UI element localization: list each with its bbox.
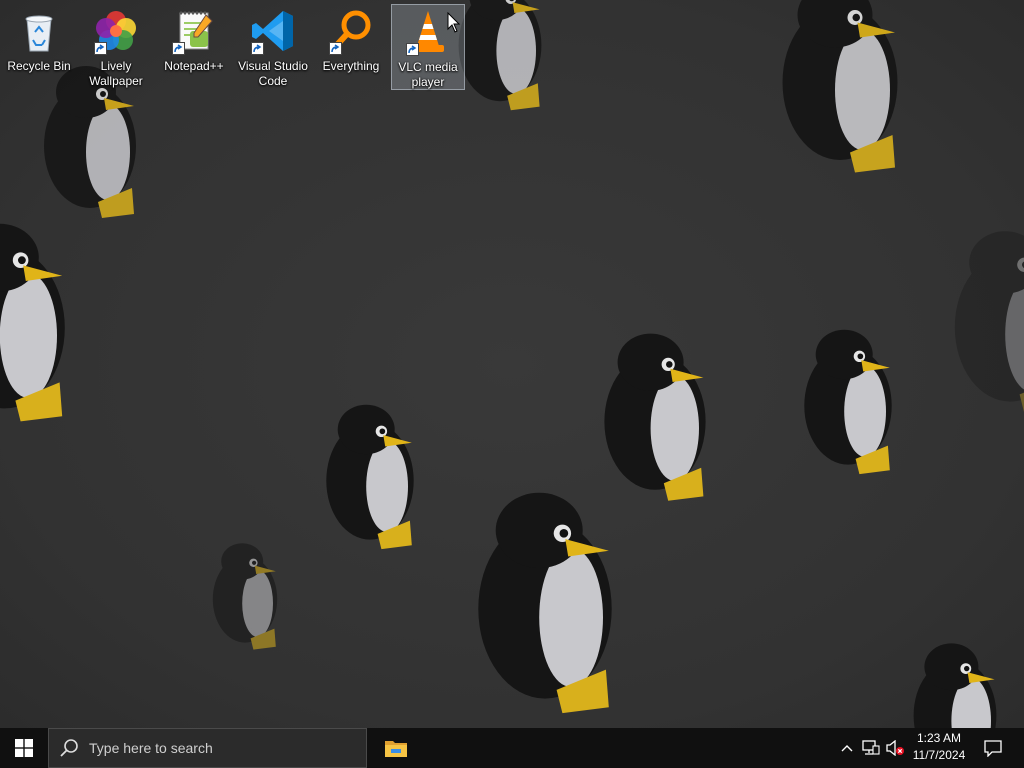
- desktop-icon-label: Visual Studio Code: [238, 59, 308, 88]
- wallpaper-penguin: [913, 643, 997, 728]
- search-placeholder: Type here to search: [89, 740, 213, 756]
- shortcut-arrow-icon: [406, 43, 419, 56]
- windows-logo-icon: [15, 739, 33, 757]
- chevron-up-icon: [841, 745, 853, 752]
- shortcut-arrow-icon: [329, 42, 342, 55]
- show-hidden-icons-button[interactable]: [838, 728, 856, 768]
- wallpaper-penguin: [458, 0, 542, 111]
- taskbar-search-box[interactable]: Type here to search: [48, 728, 367, 768]
- desktop-icon-label: VLC media player: [398, 60, 458, 89]
- vscode-icon: [249, 7, 297, 55]
- clock-date: 11/7/2024: [912, 748, 966, 762]
- lively-wallpaper-icon: [92, 7, 140, 55]
- file-explorer-icon: [385, 741, 407, 757]
- network-tray-button[interactable]: [860, 728, 882, 768]
- network-icon: [862, 740, 880, 755]
- wallpaper-penguin: [782, 0, 898, 173]
- desktop-icon-everything[interactable]: Everything: [314, 4, 388, 90]
- mouse-pointer-icon: [447, 12, 461, 33]
- shortcut-arrow-icon: [94, 42, 107, 55]
- desktop-icon-label: Everything: [322, 59, 380, 73]
- notepad-plus-plus-icon: [170, 7, 218, 55]
- shortcut-arrow-icon: [251, 42, 264, 55]
- shortcut-arrow-icon: [172, 42, 185, 55]
- desktop-icon-label: Recycle Bin: [7, 59, 71, 73]
- volume-muted-icon: [886, 740, 904, 756]
- action-center-button[interactable]: [978, 728, 1008, 768]
- taskbar-clock[interactable]: 1:23 AM 11/7/2024: [906, 730, 972, 766]
- wallpaper-penguin: [0, 223, 65, 422]
- desktop-icon-vscode[interactable]: Visual Studio Code: [236, 4, 310, 90]
- desktop-icon-label: Lively Wallpaper: [89, 59, 143, 88]
- desktop-icon-notepad-plus-plus[interactable]: Notepad++: [157, 4, 231, 90]
- everything-search-icon: [327, 7, 375, 55]
- desktop-icon-lively-wallpaper[interactable]: Lively Wallpaper: [79, 4, 153, 90]
- recycle-bin-icon: [15, 7, 63, 55]
- taskbar-file-explorer[interactable]: [374, 728, 418, 768]
- wallpaper-penguin: [326, 404, 414, 550]
- search-icon: [60, 739, 78, 757]
- volume-tray-button[interactable]: [884, 728, 906, 768]
- vlc-icon: [404, 8, 452, 56]
- wallpaper-penguin: [804, 329, 892, 475]
- taskbar: Type here to search 1:23 AM 11/7/2024: [0, 728, 1024, 768]
- clock-time: 1:23 AM: [916, 731, 962, 745]
- start-button[interactable]: [0, 728, 48, 768]
- desktop-icon-label: Notepad++: [164, 59, 224, 73]
- wallpaper-penguin: [212, 543, 278, 650]
- wallpaper-penguin: [478, 492, 612, 714]
- wallpaper-penguin: [604, 333, 706, 501]
- notification-icon: [984, 740, 1002, 757]
- penguin-wallpaper: [0, 0, 1024, 728]
- wallpaper-penguin: [954, 231, 1024, 413]
- desktop-icon-recycle-bin[interactable]: Recycle Bin: [2, 4, 76, 90]
- desktop[interactable]: Recycle Bin Lively Wallpaper Notepad++ V…: [0, 0, 1024, 728]
